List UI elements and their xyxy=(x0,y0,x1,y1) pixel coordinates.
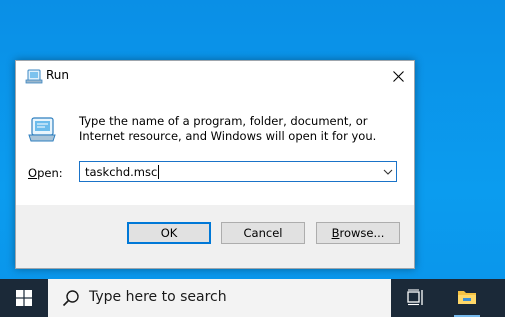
open-label: Open: xyxy=(28,166,63,180)
ok-button[interactable]: OK xyxy=(127,222,211,244)
taskbar: Type here to search xyxy=(0,279,505,317)
run-dialog: Run Type the name of a program, folder, … xyxy=(15,60,415,269)
chevron-down-icon[interactable] xyxy=(383,167,393,177)
file-explorer-icon xyxy=(458,291,476,304)
windows-logo-icon xyxy=(16,290,32,306)
dialog-description: Type the name of a program, folder, docu… xyxy=(79,114,377,143)
open-label-text: pen: xyxy=(37,166,63,180)
search-placeholder: Type here to search xyxy=(89,289,227,305)
file-explorer-button[interactable] xyxy=(449,279,485,317)
dialog-footer: OK Cancel Browse... xyxy=(16,205,414,268)
task-view-icon xyxy=(407,289,423,306)
dialog-title: Run xyxy=(46,68,70,82)
text-caret xyxy=(158,165,160,179)
open-combobox[interactable]: taskchd.msc xyxy=(79,161,397,182)
title-bar[interactable]: Run xyxy=(16,61,414,91)
search-icon xyxy=(62,290,79,307)
browse-button[interactable]: Browse... xyxy=(316,222,400,244)
open-input-value: taskchd.msc xyxy=(85,165,158,179)
start-button[interactable] xyxy=(0,279,48,317)
browse-label: rowse... xyxy=(339,226,385,240)
task-view-button[interactable] xyxy=(398,279,432,317)
run-program-icon xyxy=(28,117,56,142)
open-label-accelerator: O xyxy=(28,166,38,180)
close-icon xyxy=(392,70,404,82)
open-input[interactable]: taskchd.msc xyxy=(85,165,160,179)
taskbar-search-box[interactable]: Type here to search xyxy=(48,279,391,317)
cancel-button[interactable]: Cancel xyxy=(221,222,305,244)
close-button[interactable] xyxy=(382,61,414,91)
dialog-content: Type the name of a program, folder, docu… xyxy=(16,91,414,205)
run-app-icon xyxy=(25,69,43,84)
